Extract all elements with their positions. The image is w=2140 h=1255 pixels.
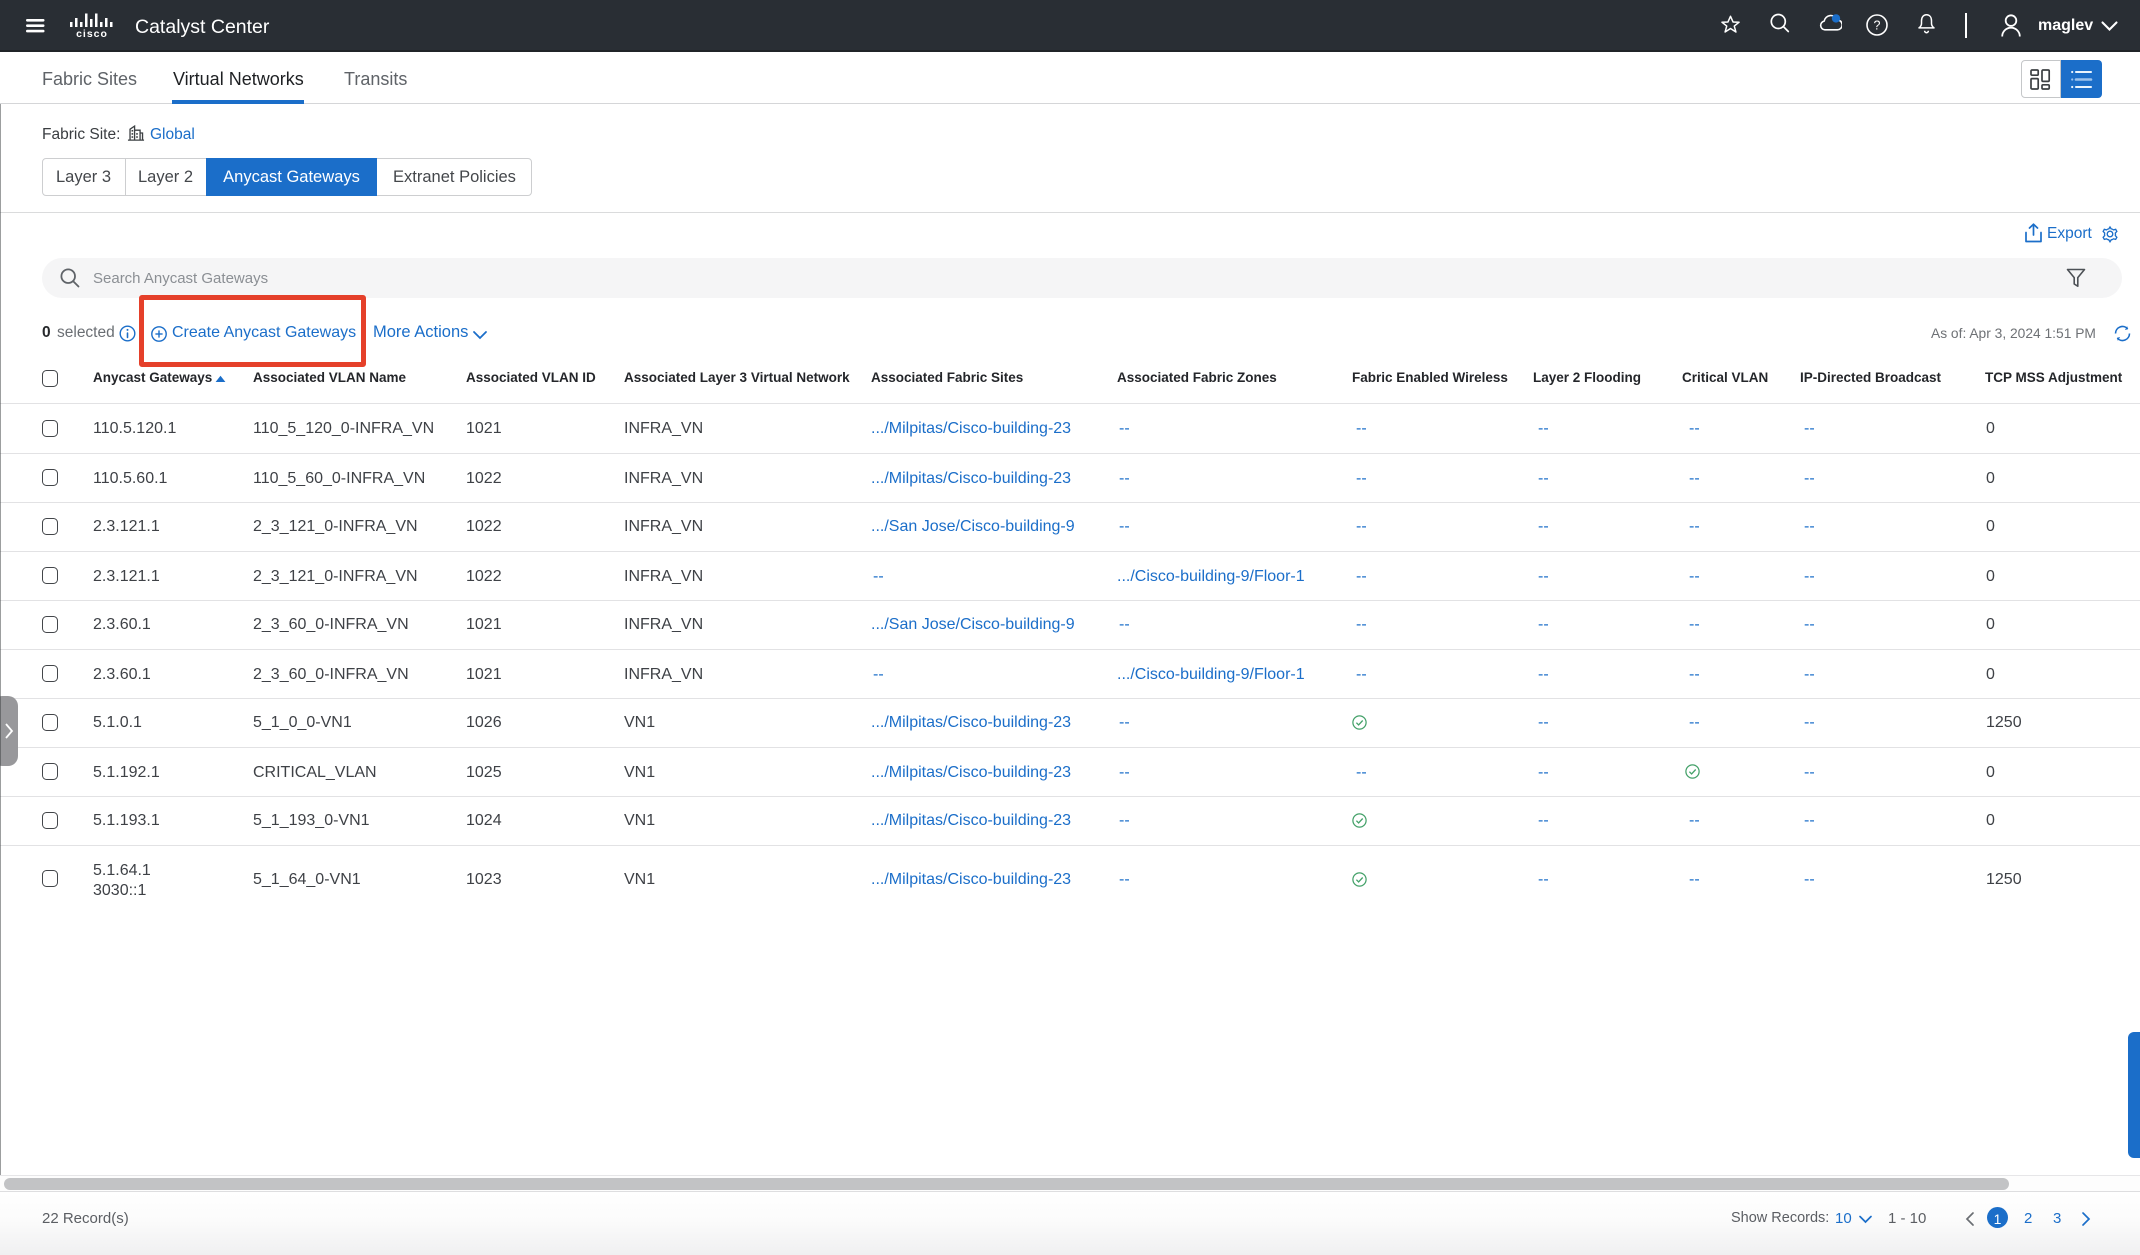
svg-text:?: ? (1874, 19, 1881, 33)
